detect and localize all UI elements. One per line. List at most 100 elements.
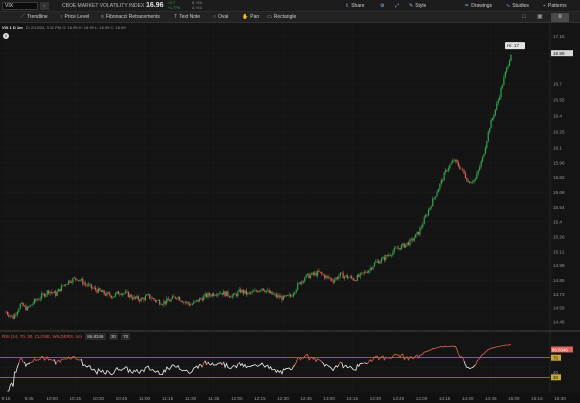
info-icon[interactable]: i: [3, 33, 9, 39]
maximize-icon[interactable]: □: [522, 13, 526, 22]
candle-body: [164, 301, 166, 304]
candle-body: [227, 291, 229, 296]
candle-body: [281, 296, 283, 301]
candle-body: [506, 67, 508, 72]
candle-body: [92, 287, 94, 289]
rectangle-icon: ▭: [267, 14, 272, 20]
price-axis-label: 16.4: [553, 114, 562, 119]
chart-area[interactable]: 17.15 16.99 16.7 16.55 16.4 16.25 16.1 15.96 15.…: [0, 0, 580, 403]
candle-body: [126, 291, 128, 293]
candle-body: [284, 295, 286, 297]
candle-body: [372, 266, 374, 270]
candle-body: [43, 293, 46, 297]
hi-marker-label: Hi: 17: [507, 43, 519, 48]
rectangle-tool[interactable]: ▭ Rectangle: [267, 13, 296, 22]
candle-body: [398, 247, 400, 249]
candle-body: [191, 303, 193, 305]
candle-body: [141, 298, 144, 299]
style-icon: ✎: [409, 3, 414, 9]
fullscreen-button[interactable]: ⤢: [395, 1, 401, 11]
candle-body: [107, 292, 110, 294]
candle-body: [241, 289, 243, 293]
time-axis-label: 14:30: [462, 396, 474, 401]
candle-body: [331, 278, 333, 281]
bid-value: B: N/A: [192, 1, 203, 5]
candle-body: [187, 301, 189, 304]
candle-body: [471, 181, 474, 183]
candle-body: [223, 291, 225, 295]
candle-body: [370, 268, 373, 270]
patterns-button[interactable]: ⌁ Patterns: [543, 1, 567, 11]
share-icon: ⇪: [345, 3, 350, 9]
candle-body: [308, 273, 310, 279]
candle-body: [294, 292, 296, 294]
trendline-tool[interactable]: ／ Trendline: [20, 13, 48, 22]
symbol-input[interactable]: VIX: [2, 2, 38, 10]
price-axis-label: 15.26: [553, 235, 565, 240]
fibonacci-tool[interactable]: ≡ Fibonacci Retracements: [101, 13, 160, 22]
candle-body: [335, 277, 337, 280]
last-price: 16.96: [146, 2, 164, 9]
time-axis-label: 12:45: [300, 396, 312, 401]
candle-body: [477, 170, 479, 174]
candle-body: [132, 297, 134, 300]
candle-body: [46, 290, 48, 295]
candle-body: [156, 300, 158, 302]
symbol-menu-button[interactable]: ▪: [40, 2, 49, 10]
candle-body: [436, 192, 438, 197]
candle-body: [171, 296, 174, 299]
candle-body: [361, 272, 363, 274]
settings-button[interactable]: ⚙: [380, 1, 386, 11]
candle-body: [247, 292, 249, 295]
pan-label: Pan: [250, 14, 260, 20]
oval-tool[interactable]: ○ Oval: [213, 13, 228, 22]
candle-body: [416, 231, 418, 235]
candle-body: [306, 273, 309, 275]
rectangle-label: Rectangle: [273, 14, 297, 20]
price-axis-label: 15.96: [553, 160, 565, 165]
candle-body: [305, 274, 307, 278]
candle-body: [221, 292, 223, 295]
style-button[interactable]: ✎ Style: [409, 1, 426, 11]
drawings-label: Drawings: [471, 3, 493, 9]
candle-body: [188, 303, 191, 306]
candle-body: [446, 170, 448, 171]
candle-body: [329, 278, 331, 279]
rsi-header: RSI (14, 70, 30, CLOSE, WILDERS, no) 86.…: [2, 333, 131, 340]
candle-body: [316, 270, 319, 276]
candle-body: [180, 300, 182, 302]
candle-body: [129, 294, 131, 298]
candle-body: [217, 293, 219, 296]
candle-body: [295, 289, 297, 293]
candle-body: [289, 294, 292, 297]
candle-body: [153, 298, 155, 300]
layout-icon[interactable]: ▣: [537, 13, 543, 22]
candle-body: [426, 215, 428, 216]
candle-body: [161, 304, 164, 306]
candle-body: [59, 288, 61, 292]
price-change-percent: +1.77%: [168, 6, 180, 10]
candle-body: [449, 164, 451, 169]
studies-button[interactable]: ∿ Studies: [506, 1, 529, 11]
candle-body: [214, 295, 216, 296]
candle-body: [257, 291, 259, 293]
text-note-tool[interactable]: T Text Note: [174, 13, 200, 22]
sidebar-toggle-button[interactable]: ≡: [551, 13, 569, 22]
candle-body: [499, 97, 501, 100]
candle-body: [254, 290, 256, 292]
candle-body: [67, 280, 70, 285]
candle-body: [264, 290, 266, 292]
drawings-button[interactable]: ✏ Drawings: [465, 1, 492, 11]
expand-icon: ⤢: [395, 3, 400, 9]
time-axis-label: 11:30: [185, 396, 197, 401]
candle-body: [510, 54, 512, 61]
candle-body: [116, 291, 118, 294]
pan-tool[interactable]: ✋ Pan: [242, 13, 259, 22]
candle-body: [12, 315, 14, 319]
price-level-tool[interactable]: ↕ Price Level: [60, 13, 89, 22]
candle-body: [32, 303, 34, 305]
candle-body: [348, 277, 350, 279]
candle-body: [274, 293, 276, 295]
share-button[interactable]: ⇪ Share: [345, 1, 365, 11]
candle-body: [496, 103, 498, 110]
